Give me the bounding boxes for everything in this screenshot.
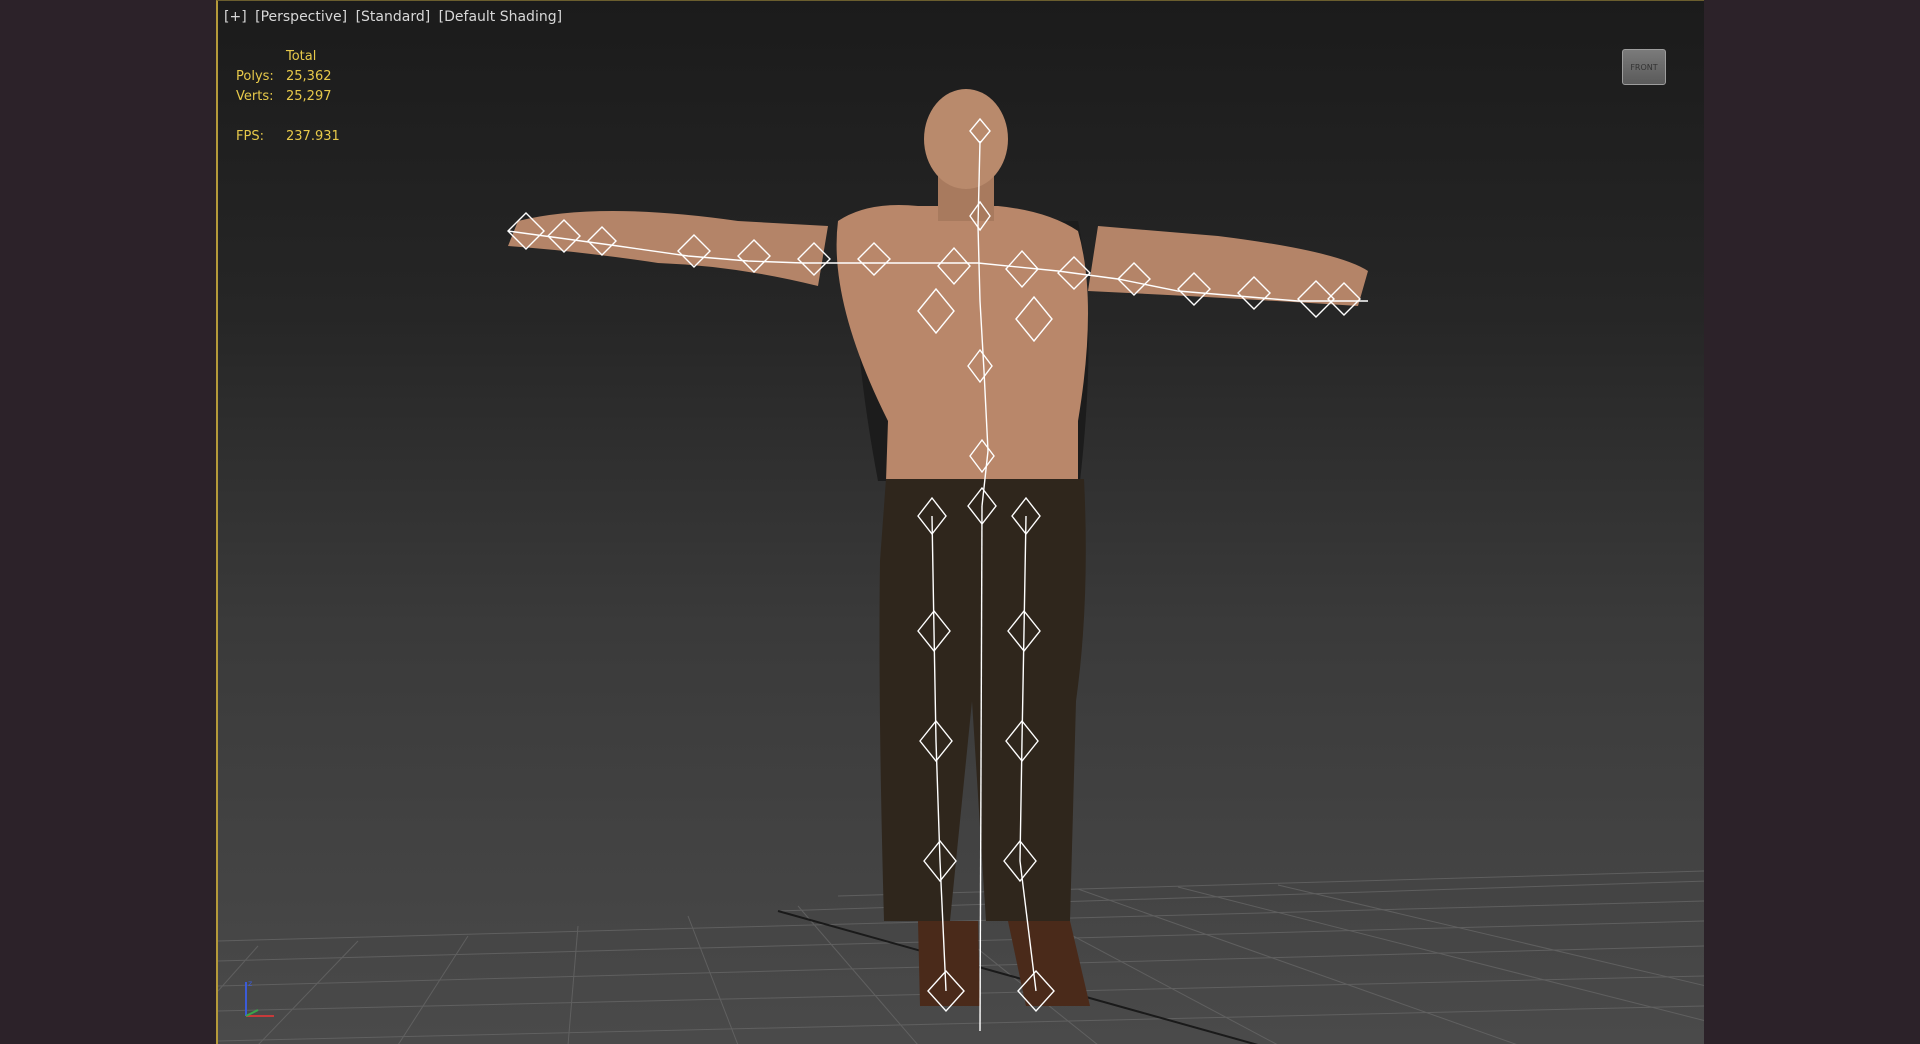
statistics-overlay: Total Polys: 25,362 Verts: 25,297 FPS: 237.…: [236, 47, 366, 147]
axis-gizmo-icon: z: [245, 979, 274, 1017]
polys-value: 25,362: [286, 69, 332, 84]
viewport-shading-menu[interactable]: [Default Shading]: [439, 9, 562, 25]
viewport-general-menu[interactable]: [+]: [224, 9, 247, 25]
viewport-standard-menu[interactable]: [Standard]: [356, 9, 431, 25]
verts-label: Verts:: [236, 89, 274, 104]
svg-text:z: z: [248, 979, 252, 988]
viewcube-face-label: FRONT: [1630, 63, 1658, 72]
polys-label: Polys:: [236, 69, 274, 84]
viewcube-icon[interactable]: FRONT: [1622, 49, 1666, 85]
fps-label: FPS:: [236, 129, 264, 144]
viewport-scene[interactable]: [218, 1, 1704, 1044]
stats-header: Total: [286, 49, 317, 64]
verts-value: 25,297: [286, 89, 332, 104]
viewport-menu-labels: [+] [Perspective] [Standard] [Default Sh…: [224, 9, 566, 25]
perspective-viewport[interactable]: [+] [Perspective] [Standard] [Default Sh…: [216, 0, 1704, 1044]
right-margin: [1704, 0, 1920, 1044]
left-margin: [0, 0, 216, 1044]
fps-value: 237.931: [286, 129, 340, 144]
character-model[interactable]: [508, 89, 1368, 1006]
viewport-pov-menu[interactable]: [Perspective]: [255, 9, 347, 25]
